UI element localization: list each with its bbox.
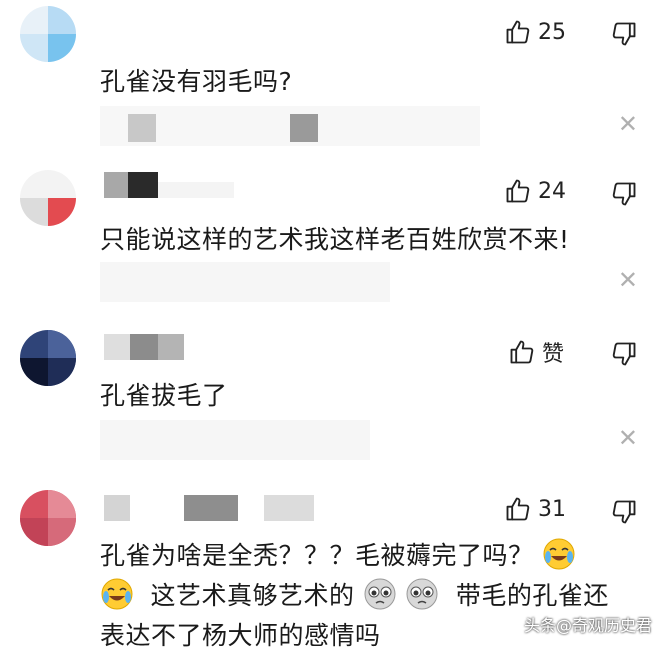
- username[interactable]: [104, 334, 184, 360]
- reply-preview[interactable]: [100, 106, 480, 146]
- dislike-button[interactable]: [610, 20, 638, 52]
- comment-text: 表达不了杨大师的感情吗: [100, 621, 381, 650]
- thumbs-down-icon: [612, 22, 636, 46]
- username[interactable]: [104, 495, 314, 521]
- dislike-button[interactable]: [610, 340, 638, 372]
- like-button[interactable]: 31: [504, 495, 566, 523]
- avatar[interactable]: [20, 490, 76, 546]
- thumbs-up-icon: [510, 340, 534, 364]
- avatar[interactable]: [20, 170, 76, 226]
- comment-text: 孔雀没有羽毛吗?: [100, 67, 293, 96]
- comment-text: 这艺术真够艺术的: [150, 581, 355, 610]
- thumbs-up-icon: [506, 497, 530, 521]
- pleading-face-emoji: [405, 577, 439, 611]
- thumbs-down-icon: [612, 500, 636, 524]
- avatar[interactable]: [20, 330, 76, 386]
- like-count: 24: [538, 178, 566, 204]
- dislike-button[interactable]: [610, 498, 638, 530]
- comment-text: 带毛的孔雀还: [455, 581, 609, 610]
- dislike-button[interactable]: [610, 180, 638, 212]
- close-icon[interactable]: ✕: [618, 424, 638, 452]
- like-button[interactable]: 24: [504, 177, 566, 205]
- reply-preview[interactable]: [100, 262, 390, 302]
- thumbs-up-icon: [506, 20, 530, 44]
- like-count: 31: [538, 496, 566, 522]
- thumbs-up-icon: [506, 179, 530, 203]
- thumbs-down-icon: [612, 342, 636, 366]
- comment-text-line: 孔雀为啥是全秃？？？毛被薅完了吗？: [100, 536, 576, 572]
- comment-text-line: 这艺术真够艺术的 带毛的孔雀还: [100, 576, 609, 612]
- like-count: 赞: [542, 342, 565, 367]
- close-icon[interactable]: ✕: [618, 110, 638, 138]
- like-count: 25: [538, 19, 566, 45]
- like-button[interactable]: 25: [504, 18, 566, 46]
- comment-text-line: 表达不了杨大师的感情吗: [100, 616, 381, 652]
- comment-text: 孔雀拔毛了: [100, 381, 228, 410]
- close-icon[interactable]: ✕: [618, 266, 638, 294]
- username[interactable]: [104, 172, 234, 198]
- comment-text: 孔雀为啥是全秃？？？毛被薅完了吗？: [100, 541, 534, 570]
- crying-laughing-emoji: [100, 577, 134, 611]
- avatar[interactable]: [20, 6, 76, 62]
- crying-laughing-emoji: [542, 537, 576, 571]
- thumbs-down-icon: [612, 182, 636, 206]
- watermark: 头条@奇观历史君: [523, 616, 652, 635]
- comment-text: 只能说这样的艺术我这样老百姓欣赏不来!: [100, 225, 570, 254]
- pleading-face-emoji: [363, 577, 397, 611]
- reply-preview[interactable]: [100, 420, 370, 460]
- like-button[interactable]: 赞: [508, 336, 564, 368]
